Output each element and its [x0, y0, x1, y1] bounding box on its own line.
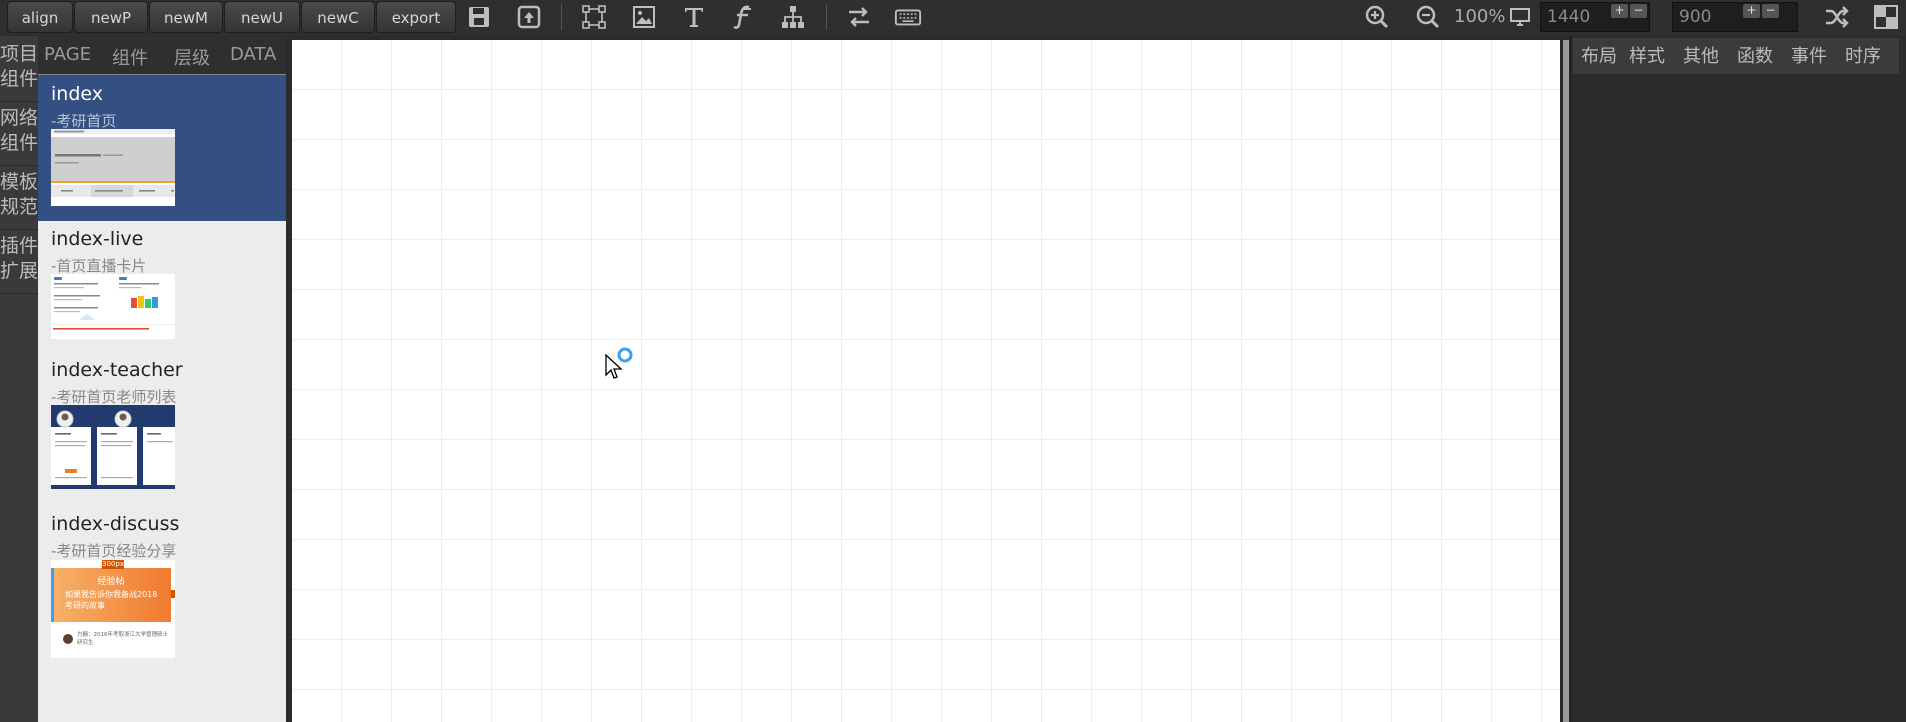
thumb-badge: 300px [102, 560, 124, 569]
toolbar-divider [826, 4, 827, 30]
tab-templates[interactable]: 模板 规范 [0, 170, 38, 230]
tab-data[interactable]: DATA [230, 44, 276, 65]
tab-layout[interactable]: 布局 [1573, 42, 1627, 72]
tree-icon[interactable] [779, 3, 807, 31]
page-panel: PAGE 组件 层级 DATA index -考研首页 index-live -… [38, 36, 286, 722]
tab-plugins[interactable]: 插件 扩展 [0, 234, 38, 294]
canvas-scrollbar[interactable] [1563, 40, 1569, 722]
tab-layers[interactable]: 层级 [174, 44, 210, 70]
page-thumbnail [51, 129, 175, 206]
tab-project-components[interactable]: 项目 组件 [0, 42, 38, 102]
shuffle-icon[interactable] [1823, 3, 1851, 31]
tab-label: 模板 [0, 171, 39, 193]
page-item-index-discuss[interactable]: index-discuss -考研首页经验分享 300px 经验帖 如果我告诉你… [38, 508, 286, 708]
design-canvas[interactable] [292, 40, 1560, 722]
tab-label: 组件 [0, 68, 39, 90]
tab-events[interactable]: 事件 [1791, 42, 1827, 72]
page-panel-tabs: PAGE 组件 层级 DATA [38, 36, 286, 75]
toolbar-divider [561, 4, 562, 30]
tab-label: 网络 [0, 107, 39, 129]
text-icon[interactable] [680, 3, 708, 31]
thumb-title: 如果我告诉你我备战2018考研的故事 [65, 590, 158, 610]
page-thumbnail: 300px 经验帖 如果我告诉你我备战2018考研的故事 方糖：2016年考取浙… [51, 560, 175, 658]
export-button[interactable]: export [376, 1, 456, 33]
height-increase-button[interactable]: + [1743, 4, 1760, 18]
thumb-edge [171, 590, 175, 598]
zoom-level: 100% [1454, 6, 1506, 27]
page-description: -考研首页 [51, 112, 117, 130]
upload-icon[interactable] [515, 3, 543, 31]
canvas-width-field[interactable]: 1440 + − [1540, 2, 1650, 32]
tab-label: 插件 [0, 235, 39, 257]
new-unit-button[interactable]: newU [224, 1, 300, 33]
canvas-width-value: 1440 [1547, 7, 1591, 27]
page-item-index-live[interactable]: index-live -首页直播卡片 [38, 222, 286, 352]
new-page-button[interactable]: newP [74, 1, 148, 33]
thumb-author: 方糖：2016年考取浙江大学管理硕士研究生 [77, 632, 168, 646]
zoom-out-icon[interactable] [1414, 3, 1442, 31]
loading-icon [617, 347, 633, 363]
left-nav: 项目 组件 网络 组件 模板 规范 插件 扩展 [0, 36, 38, 722]
page-description: -考研首页经验分享 [51, 542, 177, 560]
tab-label: 组件 [0, 132, 39, 154]
page-name: index-teacher [51, 359, 183, 381]
page-name: index [51, 83, 103, 105]
width-decrease-button[interactable]: − [1630, 4, 1647, 18]
page-item-index-teacher[interactable]: index-teacher -考研首页老师列表 [38, 353, 286, 489]
align-button[interactable]: align [7, 1, 73, 33]
monitor-icon[interactable] [1509, 6, 1531, 28]
new-module-button[interactable]: newM [149, 1, 223, 33]
page-thumbnail [51, 405, 175, 489]
image-icon[interactable] [630, 3, 658, 31]
select-box-icon[interactable] [580, 3, 608, 31]
function-icon[interactable] [729, 3, 757, 31]
editor-window: align newP newM newU newC export 100% 14… [0, 0, 1906, 722]
tab-page[interactable]: PAGE [44, 44, 91, 65]
properties-panel: 布局 样式 其他 函数 事件 时序 [1570, 36, 1906, 722]
canvas-height-field[interactable]: 900 + − [1672, 2, 1798, 32]
swap-icon[interactable] [845, 3, 873, 31]
zoom-in-icon[interactable] [1363, 3, 1391, 31]
tab-timing[interactable]: 时序 [1845, 42, 1881, 72]
new-component-button[interactable]: newC [301, 1, 375, 33]
height-decrease-button[interactable]: − [1762, 4, 1779, 18]
page-item-index[interactable]: index -考研首页 [38, 75, 286, 221]
thumb-avatar [63, 634, 73, 644]
tab-other[interactable]: 其他 [1683, 42, 1719, 72]
tab-label: 扩展 [0, 260, 39, 282]
keyboard-icon[interactable] [894, 3, 924, 31]
page-description: -首页直播卡片 [51, 257, 147, 275]
thumb-tag: 经验帖 [97, 577, 125, 587]
tab-label: 规范 [0, 196, 39, 218]
page-name: index-discuss [51, 513, 180, 535]
page-thumbnail [51, 274, 175, 339]
tab-components[interactable]: 组件 [112, 44, 148, 70]
layout-icon[interactable] [1872, 3, 1900, 31]
canvas-area [286, 36, 1570, 722]
tab-style[interactable]: 样式 [1629, 42, 1665, 72]
canvas-height-value: 900 [1679, 7, 1712, 27]
save-icon[interactable] [465, 3, 493, 31]
page-name: index-live [51, 228, 144, 250]
tab-network-components[interactable]: 网络 组件 [0, 106, 38, 166]
width-increase-button[interactable]: + [1611, 4, 1628, 18]
top-toolbar: align newP newM newU newC export 100% 14… [0, 0, 1906, 37]
page-description: -考研首页老师列表 [51, 388, 177, 406]
tab-label: 项目 [0, 43, 39, 65]
tab-functions[interactable]: 函数 [1737, 42, 1773, 72]
properties-tabs: 布局 样式 其他 函数 事件 时序 [1573, 38, 1899, 74]
